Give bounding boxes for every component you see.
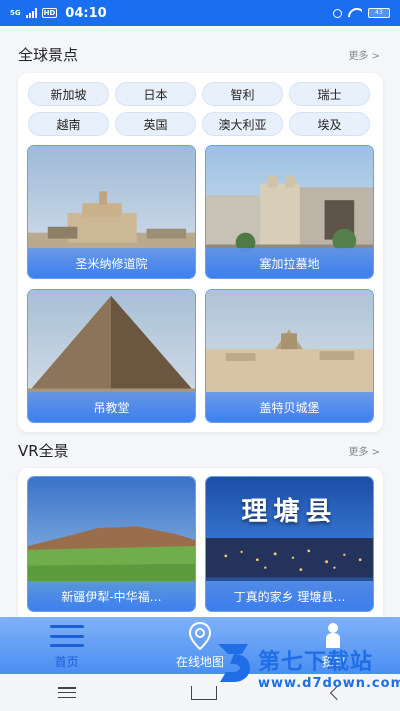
vr-tile[interactable]: 新疆伊犁-中华福… (27, 476, 196, 612)
chip-uk[interactable]: 英国 (115, 112, 196, 136)
watermark-title: 第七下载站 (258, 650, 374, 675)
attraction-tile[interactable]: 盖特贝城堡 (205, 289, 374, 423)
site-watermark: 第七下载站 www.d7down.com (214, 636, 400, 710)
status-bar: 5G HD 04:10 43 (0, 0, 400, 26)
nav-home[interactable]: 首页 (12, 621, 122, 670)
battery-icon: 43 (368, 8, 390, 18)
chip-chile[interactable]: 智利 (202, 82, 283, 106)
vr-section-header: VR全景 更多 > (18, 440, 380, 461)
chip-vietnam[interactable]: 越南 (28, 112, 109, 136)
attraction-tile[interactable]: 塞加拉墓地 (205, 145, 374, 279)
nav-home-label: 首页 (54, 655, 79, 669)
chip-singapore[interactable]: 新加坡 (28, 82, 109, 106)
recent-apps-icon[interactable] (57, 687, 76, 698)
country-chips: 新加坡 日本 智利 瑞士 越南 英国 澳大利亚 埃及 (28, 82, 373, 136)
chip-egypt[interactable]: 埃及 (289, 112, 370, 136)
signal-label: 5G (10, 8, 21, 17)
tile-caption: 吊教堂 (28, 392, 195, 422)
vr-panel: 新疆伊犁-中华福… 理塘县 丁真的家乡 理塘县… (18, 468, 383, 617)
attraction-tile[interactable]: 吊教堂 (27, 289, 196, 423)
chip-japan[interactable]: 日本 (115, 82, 196, 106)
watermark-logo-icon (218, 644, 250, 682)
global-section-title: 全球景点 (18, 46, 79, 64)
global-panel: 新加坡 日本 智利 瑞士 越南 英国 澳大利亚 埃及 圣米纳修道院 塞加拉墓地 … (18, 73, 383, 432)
chip-australia[interactable]: 澳大利亚 (202, 112, 283, 136)
clock: 04:10 (65, 5, 107, 21)
tile-caption: 盖特贝城堡 (206, 392, 373, 422)
hd-badge: HD (41, 8, 58, 18)
watermark-url: www.d7down.com (258, 676, 400, 691)
image-overlay-title: 理塘县 (241, 497, 338, 527)
tile-caption: 圣米纳修道院 (28, 248, 195, 278)
menu-icon (49, 621, 84, 651)
tile-caption: 丁真的家乡 理塘县… (206, 581, 373, 611)
global-more-link[interactable]: 更多 > (348, 47, 380, 62)
tile-caption: 塞加拉墓地 (206, 248, 373, 278)
tile-caption: 新疆伊犁-中华福… (28, 581, 195, 611)
status-right: 43 (333, 8, 390, 18)
attraction-tile[interactable]: 圣米纳修道院 (27, 145, 196, 279)
location-icon (333, 8, 342, 18)
signal-bars-icon (25, 8, 37, 18)
status-left: 5G HD 04:10 (10, 6, 107, 21)
vr-more-link[interactable]: 更多 > (348, 443, 380, 458)
global-section-header: 全球景点 更多 > (18, 44, 380, 65)
wifi-icon (348, 8, 362, 18)
map-pin-icon (188, 621, 212, 651)
vr-section-title: VR全景 (18, 442, 69, 460)
vr-tile[interactable]: 理塘县 丁真的家乡 理塘县… (205, 476, 374, 612)
chip-switzerland[interactable]: 瑞士 (289, 82, 370, 106)
